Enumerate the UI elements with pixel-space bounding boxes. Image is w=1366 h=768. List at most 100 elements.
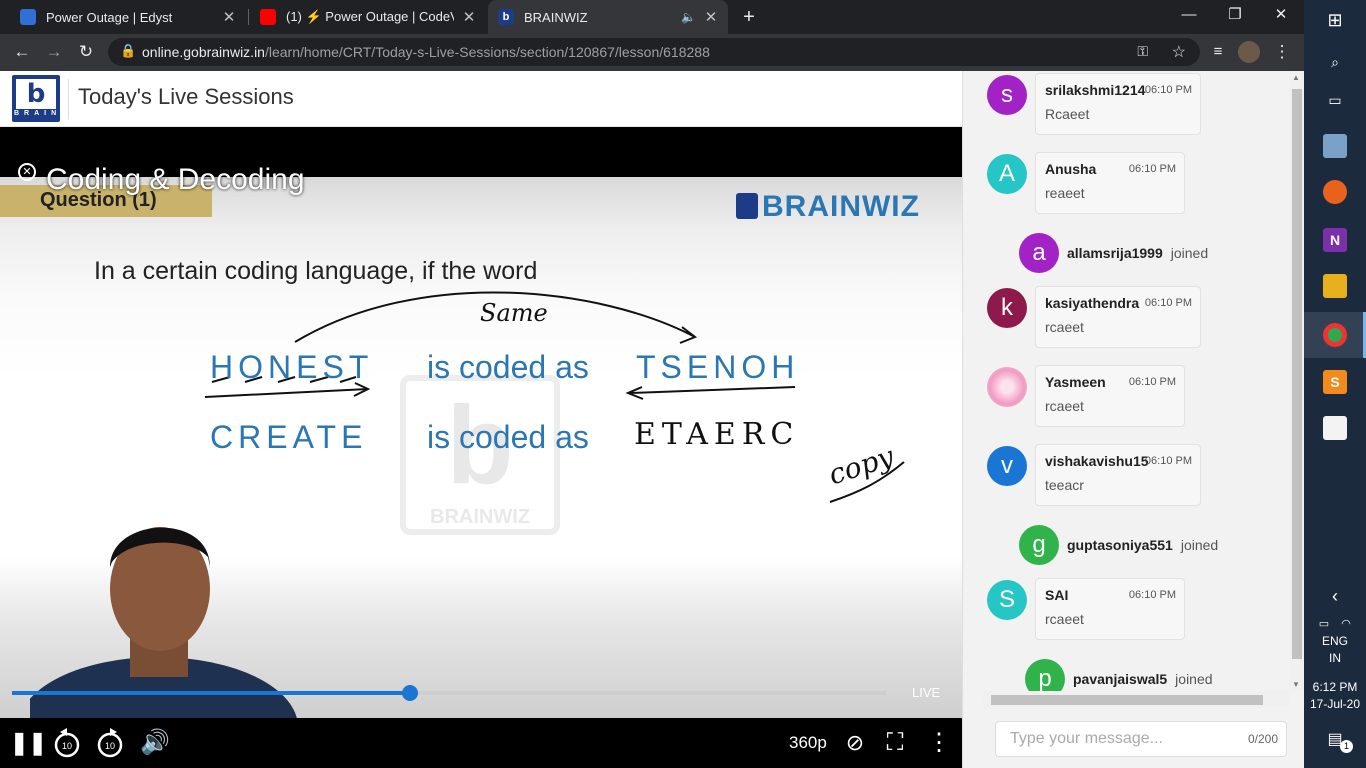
chrome-icon[interactable] [1323,323,1347,347]
reload-button[interactable]: ↻ [74,40,98,64]
tab-title: BRAINWIZ [524,9,588,25]
browser-window: Power Outage | Edyst ✕ (1) ⚡ Power Outag… [0,0,1305,768]
fullscreen-icon[interactable]: ⛶ [880,726,910,760]
lecture-slide: Question (1) BRAINWIZ In a certain codin… [0,177,962,768]
handwritten-answer: ETAERC [634,417,800,452]
tab-strip: Power Outage | Edyst ✕ (1) ⚡ Power Outag… [0,0,1304,34]
sublime-text-icon[interactable]: S [1323,370,1347,394]
rewind-10-button[interactable]: 10 [52,726,82,760]
message-time: 06:10 PM [1144,297,1192,309]
live-indicator[interactable]: LIVE [912,685,940,700]
handwritten-same-note: Same [480,299,548,327]
coded-as-text: is coded as [427,419,589,455]
clock-time[interactable]: 6:12 PM [1304,680,1366,694]
rewind-label: 10 [62,741,72,751]
browser-toolbar: ← → ↻ 🔒 online.gobrainwiz.in/learn/home/… [0,34,1304,71]
clock-date[interactable]: 17-Jul-20 [1304,697,1366,711]
join-label: joined [1175,671,1213,687]
pause-button[interactable]: ❚❚ [10,726,47,760]
logo-text: BRAINWIZ [14,110,89,117]
tab-edyst[interactable]: Power Outage | Edyst ✕ [10,0,246,34]
message-text: teeacr [1045,477,1084,493]
message-time: 06:10 PM [1144,84,1192,96]
onenote-icon[interactable]: N [1323,228,1347,252]
new-tab-button[interactable]: + [738,6,760,28]
task-view-icon[interactable]: ▭ [1323,88,1347,112]
maximize-button[interactable]: ❐ [1212,0,1258,34]
join-username[interactable]: guptasoniya551 [1067,537,1173,553]
message-bubble: srilakshmi1214 06:10 PM Rcaeet [1035,73,1201,135]
tab-title: (1) ⚡ Power Outage | CodeVita [286,9,454,24]
result-tsenoh: TSENOH [636,349,800,385]
forward-10-button[interactable]: 10 [95,726,125,760]
tab-brainwiz[interactable]: b BRAINWIZ 🔈 ✕ [488,0,728,34]
join-username[interactable]: pavanjaiswal5 [1073,671,1167,687]
chat-message-box[interactable]: 0/200 [995,721,1287,757]
camera-icon[interactable] [1323,134,1347,158]
word-honest: HONEST [210,349,374,385]
address-bar[interactable]: 🔒 online.gobrainwiz.in/learn/home/CRT/To… [108,38,1200,66]
rewind-icon: 10 [54,728,80,758]
message-text: reaeet [1045,185,1085,201]
close-window-button[interactable]: ✕ [1258,0,1304,34]
more-options-icon[interactable]: ⋮ [924,726,954,760]
close-icon[interactable]: ✕ [18,163,36,181]
avatar [987,367,1027,407]
message-bubble: vishakavishu15 06:10 PM teeacr [1035,444,1201,506]
join-text: pavanjaiswal5 joined [1073,659,1213,691]
avatar: g [1019,525,1059,565]
avatar: v [987,446,1027,486]
close-tab-icon[interactable]: ✕ [462,8,476,26]
coded-as-text: is coded as [427,349,589,385]
chat-message-input[interactable] [1010,730,1230,748]
tab-codevita[interactable]: (1) ⚡ Power Outage | CodeVita ✕ [250,0,486,34]
message-text: rcaeet [1045,319,1084,335]
message-text: Rcaeet [1045,106,1090,122]
media-control-icon[interactable]: ≡ [1206,40,1230,64]
firefox-icon[interactable] [1323,180,1347,204]
input-language[interactable]: ENG [1304,634,1366,648]
profile-avatar[interactable] [1238,41,1260,63]
message-text: rcaeet [1045,611,1084,627]
chat-horizontal-scrollbar[interactable] [983,691,1289,707]
audio-playing-icon[interactable]: 🔈 [681,10,696,24]
forward-label: 10 [105,741,115,751]
forward-button[interactable]: → [42,40,66,64]
seek-progress [12,691,410,695]
chat-messages[interactable]: s srilakshmi1214 06:10 PM Rcaeet A Anusha 06:1… [963,71,1289,691]
url-text: online.gobrainwiz.in/learn/home/CRT/Toda… [142,44,710,60]
seek-bar[interactable] [12,685,886,701]
lock-icon[interactable]: 🔒 [120,43,136,59]
input-region[interactable]: IN [1304,651,1366,665]
menu-icon[interactable]: ⋮ [1270,40,1294,64]
brainwiz-logo[interactable]: b BRAINWIZ [12,75,89,122]
notification-count: 1 [1340,740,1353,753]
quality-selector[interactable]: 360p [789,733,827,753]
word-create: CREATE [210,419,368,455]
close-tab-icon[interactable]: ✕ [704,8,718,26]
windows-start-icon[interactable]: ⊞ [1323,8,1347,32]
back-button[interactable]: ← [10,40,34,64]
bookmark-star-icon[interactable]: ☆ [1172,42,1186,62]
chat-vertical-scrollbar[interactable]: ▲ ▼ [1289,71,1305,691]
show-hidden-icons-chevron-icon[interactable]: ‹ [1323,584,1347,608]
video-player[interactable]: Question (1) BRAINWIZ In a certain codin… [0,127,962,768]
battery-icon[interactable]: ▭ [1316,612,1332,636]
store-icon[interactable] [1323,416,1347,440]
seek-handle[interactable] [401,685,418,701]
message-time: 06:10 PM [1128,163,1176,175]
volume-icon[interactable]: 🔊 [140,726,170,760]
close-tab-icon[interactable]: ✕ [222,8,236,26]
minimize-button[interactable]: — [1166,0,1212,34]
file-explorer-icon[interactable] [1323,274,1347,298]
captions-off-icon[interactable]: ⊘ [840,726,870,760]
message-time: 06:10 PM [1144,455,1192,467]
avatar: s [987,75,1027,115]
wifi-icon[interactable]: ◠ [1338,612,1354,636]
avatar: k [987,288,1027,328]
message-bubble: Anusha 06:10 PM reaeet [1035,152,1185,214]
join-username[interactable]: allamsrija1999 [1067,245,1163,261]
key-icon[interactable]: ⚿ [1137,43,1148,60]
search-icon[interactable]: ⌕ [1323,50,1347,74]
page-header: b BRAINWIZ Today's Live Sessions [0,71,962,127]
